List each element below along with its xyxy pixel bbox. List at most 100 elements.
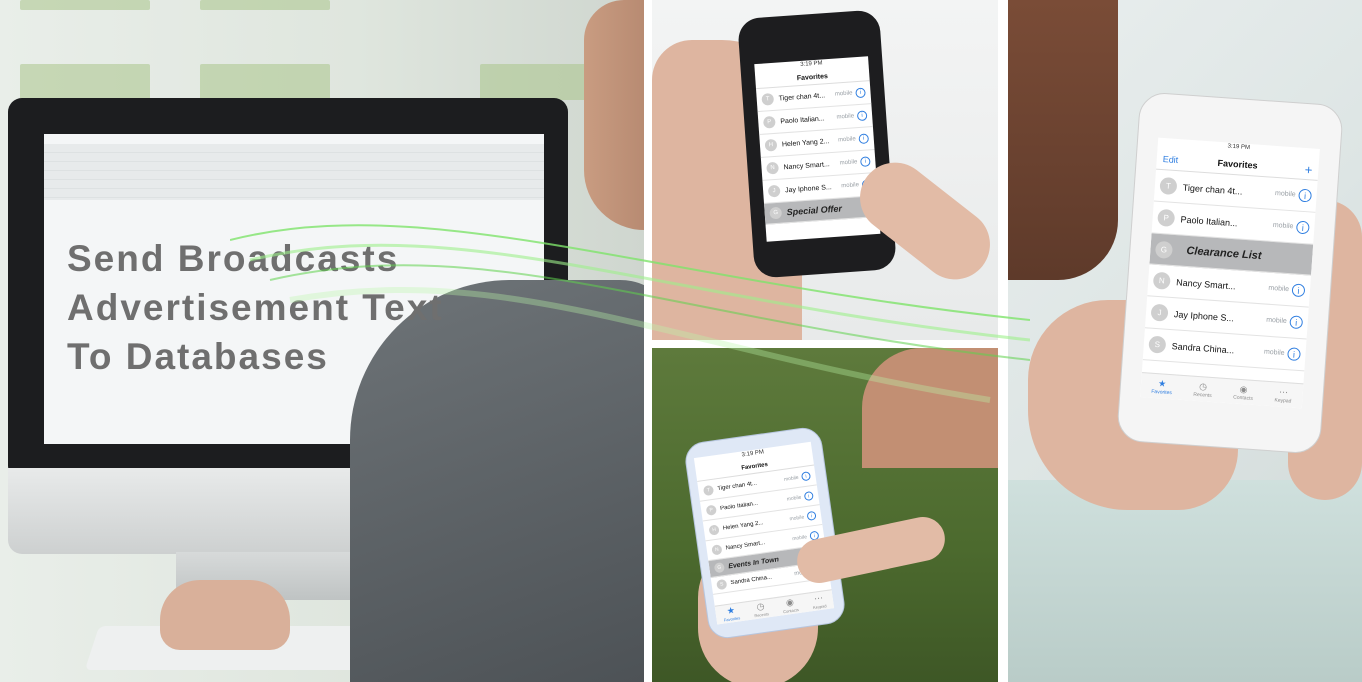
info-icon[interactable]: i	[1287, 347, 1301, 362]
tab-recents[interactable]: ◷ Recents	[753, 600, 770, 619]
tab-recents[interactable]: ◷ Recents	[1193, 380, 1212, 399]
tab-label: Favorites	[1151, 388, 1173, 396]
tab-label: Favorites	[723, 615, 741, 623]
smartphone: 3:19 PM Edit Favorites + T Tiger chan 4t.…	[1116, 91, 1344, 455]
monitor-toolbar	[44, 144, 544, 200]
contact-avatar: G	[1154, 240, 1174, 259]
smartphone: 3:19 PM Favorites T Tiger chan 4t... mobil…	[737, 9, 897, 279]
contact-name: Tiger chan 4t...	[1182, 182, 1243, 197]
person-head	[862, 348, 998, 468]
contact-name: Tiger chan 4t...	[778, 91, 826, 103]
contact-label: mobile	[841, 182, 860, 190]
contact-name: Paolo Italian...	[719, 500, 759, 512]
contact-name: Jay Iphone S...	[1173, 308, 1235, 323]
contact-name: Jay Iphone S...	[784, 183, 832, 194]
favorites-list: T Tiger chan 4t... mobile i P Paolo Italian..…	[756, 81, 878, 204]
contact-avatar: P	[1157, 208, 1176, 227]
contact-label: mobile	[1274, 189, 1296, 199]
smartphone: 3:19 PM Favorites T Tiger chan 4t... mobil…	[682, 425, 848, 641]
contact-label: mobile	[1265, 316, 1287, 326]
headline-line-1: Send Broadcasts	[67, 238, 400, 279]
contact-avatar: N	[766, 161, 779, 175]
tab-label: Contacts	[782, 607, 800, 615]
add-favorite-button[interactable]: +	[1304, 161, 1313, 176]
phone-photo-right: 3:19 PM Edit Favorites + T Tiger chan 4t.…	[1008, 0, 1362, 682]
info-icon[interactable]: i	[860, 156, 871, 168]
info-icon[interactable]: i	[1291, 283, 1306, 298]
favorites-list: T Tiger chan 4t... mobile i P Paolo Italian..…	[1151, 169, 1318, 245]
tab-contacts[interactable]: ◉ Contacts	[781, 596, 799, 614]
tab-bar: ★ Favorites ◷ Recents ◉ Contacts ⋯ Keypad	[1140, 372, 1304, 409]
info-icon[interactable]: i	[1289, 315, 1304, 330]
tab-label: Keypad	[812, 603, 827, 611]
contact-label: mobile	[791, 533, 808, 542]
phone-screen: 3:19 PM Favorites T Tiger chan 4t... mobil…	[693, 441, 835, 625]
info-icon[interactable]: i	[858, 133, 870, 145]
tab-favorites[interactable]: ★ Favorites	[1151, 377, 1173, 396]
contacts-icon: ◉	[1239, 383, 1248, 395]
contact-label: mobile	[789, 513, 805, 522]
contact-label: mobile	[837, 136, 856, 144]
window-pane	[200, 0, 330, 10]
star-icon: ★	[1157, 377, 1167, 389]
contact-label: mobile	[1268, 284, 1290, 294]
phone-photo-top: 3:19 PM Favorites T Tiger chan 4t... mobil…	[652, 0, 998, 340]
contact-avatar: T	[761, 92, 775, 106]
contact-name: Helen Yang 2...	[722, 519, 764, 532]
contact-avatar: S	[1148, 335, 1167, 354]
contact-name: Paolo Italian...	[780, 114, 825, 125]
contact-label: mobile	[839, 159, 858, 167]
tab-label: Contacts	[1233, 394, 1254, 402]
info-icon[interactable]: i	[803, 490, 814, 502]
contact-name: Paolo Italian...	[1180, 213, 1238, 228]
window-pane	[200, 64, 330, 100]
edit-button[interactable]: Edit	[1162, 154, 1178, 165]
contact-label: mobile	[1263, 348, 1285, 357]
contact-label: mobile	[834, 90, 853, 98]
contact-label: mobile	[783, 474, 799, 483]
headline-line-2: Advertisement Text	[67, 287, 444, 328]
contact-name: Nancy Smart...	[725, 539, 766, 552]
favorites-list: N Nancy Smart... mobile i J Jay Iphone S... mo…	[1142, 264, 1312, 372]
navbar-title: Favorites	[1217, 157, 1258, 171]
info-icon[interactable]: i	[856, 110, 868, 122]
contact-label: mobile	[836, 113, 855, 121]
highlight-label: Clearance List	[1186, 244, 1262, 263]
desktop-photo-panel: Send Broadcasts Advertisement Text To Da…	[0, 0, 644, 682]
contact-name: Nancy Smart...	[1175, 276, 1236, 291]
person-head	[584, 0, 644, 230]
tab-favorites[interactable]: ★ Favorites	[722, 604, 741, 623]
contact-name: Nancy Smart...	[783, 160, 830, 171]
tab-label: Recents	[754, 611, 770, 619]
contact-label: mobile	[786, 494, 802, 503]
contact-name: Helen Yang 2...	[781, 137, 830, 148]
tab-keypad[interactable]: ⋯ Keypad	[811, 592, 827, 610]
contact-avatar: G	[769, 206, 783, 220]
clock-icon: ◷	[1198, 380, 1208, 392]
tab-keypad[interactable]: ⋯ Keypad	[1274, 386, 1292, 404]
contact-avatar: J	[1150, 303, 1169, 322]
contact-avatar: N	[1152, 271, 1171, 290]
keypad-icon: ⋯	[1278, 386, 1289, 397]
contact-name: Tiger chan 4t...	[716, 480, 758, 492]
info-icon[interactable]: i	[806, 510, 817, 521]
contact-avatar: J	[767, 184, 781, 198]
headline-line-3: To Databases	[67, 336, 329, 377]
window-pane	[20, 0, 150, 10]
contact-avatar: H	[764, 138, 778, 152]
headline: Send Broadcasts Advertisement Text To Da…	[67, 234, 444, 381]
info-icon[interactable]: i	[1298, 188, 1313, 203]
contact-name: Sandra China...	[730, 574, 773, 587]
info-icon[interactable]: i	[855, 87, 866, 99]
person-hair	[1008, 0, 1118, 280]
tab-contacts[interactable]: ◉ Contacts	[1233, 383, 1254, 401]
phone-screen: 3:19 PM Edit Favorites + T Tiger chan 4t.…	[1140, 137, 1320, 409]
phone-screen: 3:19 PM Favorites T Tiger chan 4t... mobil…	[754, 56, 881, 242]
info-icon[interactable]: i	[1295, 220, 1310, 235]
glass-table	[1008, 480, 1362, 682]
typing-hand	[160, 580, 290, 650]
contact-label: mobile	[1272, 221, 1294, 231]
info-icon[interactable]: i	[800, 471, 812, 482]
contact-avatar: P	[762, 115, 776, 129]
tab-bar: ★ Favorites ◷ Recents ◉ Contacts ⋯ Keypad	[714, 589, 835, 625]
